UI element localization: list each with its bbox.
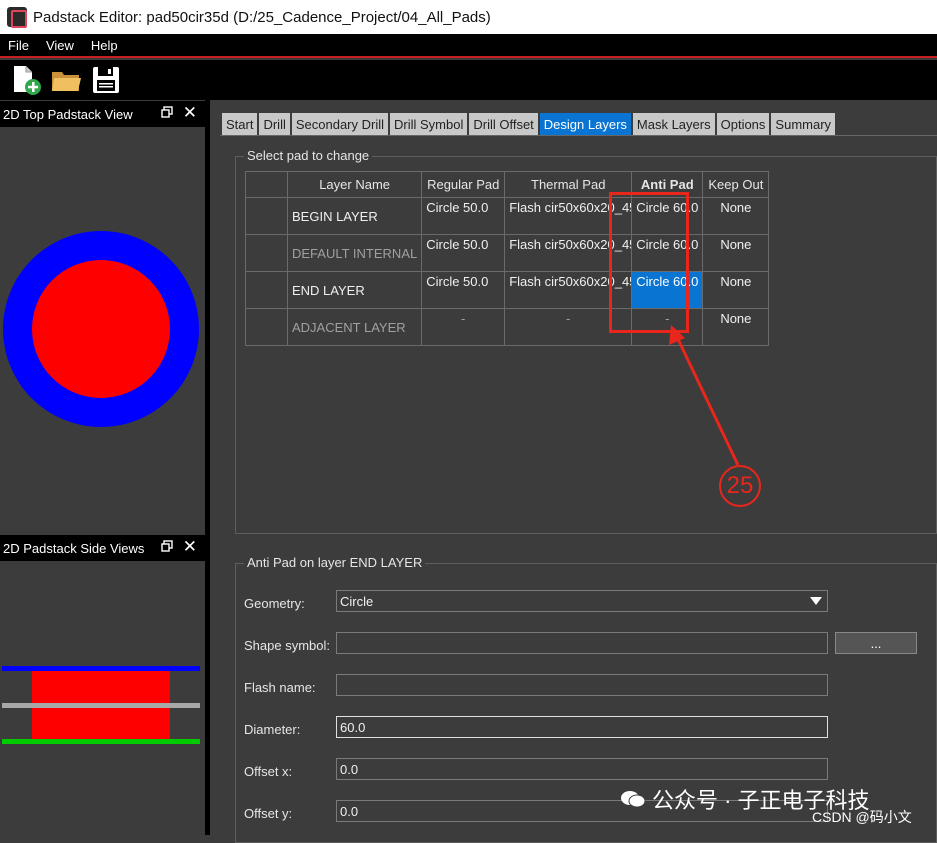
tab-underline [220, 135, 937, 136]
top-view-dock-header: 2D Top Padstack View ✕ [0, 101, 205, 127]
tab-drill-symbol[interactable]: Drill Symbol [390, 113, 468, 135]
layer-name-cell: ADJACENT LAYER [286, 308, 423, 346]
regular-pad-cell[interactable]: - [421, 308, 506, 346]
layer-name-cell: DEFAULT INTERNAL [286, 234, 423, 272]
annotation-highlight-box [609, 192, 689, 333]
watermark-csdn: CSDN @码小文 [812, 809, 912, 825]
col-header-regular-pad: Regular Pad [421, 171, 506, 198]
select-pad-group-title: Select pad to change [244, 148, 373, 163]
table-row: DEFAULT INTERNAL Circle 50.0 Flash cir50… [245, 234, 770, 272]
close-icon[interactable]: ✕ [183, 537, 197, 557]
tab-start[interactable]: Start [222, 113, 258, 135]
side-view-dock-header: 2D Padstack Side Views ✕ [0, 535, 205, 561]
float-icon[interactable] [161, 540, 173, 552]
shape-symbol-label: Shape symbol: [244, 638, 330, 653]
row-header[interactable] [245, 197, 288, 235]
window-title: Padstack Editor: pad50cir35d (D:/25_Cade… [33, 8, 491, 26]
top-view-dock-title: 2D Top Padstack View [3, 106, 133, 122]
tab-drill-offset[interactable]: Drill Offset [469, 113, 538, 135]
table-row: END LAYER Circle 50.0 Flash cir50x60x20_… [245, 271, 770, 309]
regular-pad-circle [32, 260, 170, 398]
pad-table: Layer Name Regular Pad Thermal Pad Anti … [245, 171, 770, 346]
tab-design-layers[interactable]: Design Layers [539, 113, 631, 135]
wechat-icon [621, 791, 646, 808]
table-row: BEGIN LAYER Circle 50.0 Flash cir50x60x2… [245, 197, 770, 235]
regular-pad-cell[interactable]: Circle 50.0 [421, 271, 506, 309]
tab-summary[interactable]: Summary [771, 113, 836, 135]
tab-drill[interactable]: Drill [259, 113, 290, 135]
toolbar [0, 60, 937, 100]
anti-pad-detail-group-title: Anti Pad on layer END LAYER [244, 555, 426, 570]
side-view-dock-title: 2D Padstack Side Views [3, 540, 145, 556]
menu-bar: File View Help [0, 34, 937, 58]
annotation-number-badge: 25 [719, 465, 761, 507]
top-padstack-view [0, 127, 205, 529]
keep-out-cell[interactable]: None [702, 271, 770, 309]
layer-name-cell: BEGIN LAYER [286, 197, 423, 235]
keep-out-cell[interactable]: None [702, 197, 770, 235]
row-header[interactable] [245, 308, 288, 346]
annotation-arrow-icon [669, 325, 740, 466]
row-header[interactable] [245, 271, 288, 309]
menu-file[interactable]: File [0, 38, 38, 53]
diameter-input[interactable]: 60.0 [336, 716, 828, 738]
diameter-label: Diameter: [244, 722, 301, 737]
browse-shape-button[interactable]: ... [835, 632, 917, 654]
internal-layer-line [2, 703, 200, 708]
regular-pad-cell[interactable]: Circle 50.0 [421, 234, 506, 272]
tab-secondary-drill[interactable]: Secondary Drill [291, 113, 389, 135]
flash-name-label: Flash name: [244, 680, 316, 695]
title-bar: Padstack Editor: pad50cir35d (D:/25_Cade… [0, 0, 937, 34]
tab-mask-layers[interactable]: Mask Layers [632, 113, 715, 135]
open-folder-icon[interactable] [50, 64, 82, 96]
begin-layer-line [2, 666, 200, 671]
new-file-icon[interactable] [10, 64, 42, 96]
tab-bar: Start Drill Secondary Drill Drill Symbol… [222, 113, 836, 135]
main-panel: Start Drill Secondary Drill Drill Symbol… [210, 100, 937, 843]
close-icon[interactable]: ✕ [183, 103, 197, 123]
menu-view[interactable]: View [38, 38, 83, 53]
save-icon[interactable] [90, 64, 122, 96]
chevron-down-icon [810, 597, 822, 605]
offset-y-label: Offset y: [244, 806, 293, 821]
offset-x-label: Offset x: [244, 764, 293, 779]
row-header-corner [245, 171, 288, 198]
geometry-label: Geometry: [244, 596, 305, 611]
regular-pad-cell[interactable]: Circle 50.0 [421, 197, 506, 235]
shape-symbol-input[interactable] [336, 632, 828, 654]
geometry-select[interactable]: Circle [336, 590, 828, 612]
float-icon[interactable] [161, 106, 173, 118]
top-view-canvas [3, 231, 199, 427]
geometry-select-value: Circle [340, 594, 374, 609]
menu-help[interactable]: Help [83, 38, 127, 53]
end-layer-line [2, 739, 200, 744]
offset-x-input[interactable]: 0.0 [336, 758, 828, 780]
flash-name-input[interactable] [336, 674, 828, 696]
keep-out-cell[interactable]: None [702, 234, 770, 272]
col-header-keep-out: Keep Out [702, 171, 770, 198]
side-view-canvas [2, 666, 200, 744]
side-padstack-view [0, 561, 205, 835]
col-header-layer-name: Layer Name [286, 171, 423, 198]
table-header-row: Layer Name Regular Pad Thermal Pad Anti … [245, 171, 770, 198]
row-header[interactable] [245, 234, 288, 272]
layer-name-cell: END LAYER [286, 271, 423, 309]
tab-options[interactable]: Options [716, 113, 770, 135]
app-icon [7, 7, 27, 28]
